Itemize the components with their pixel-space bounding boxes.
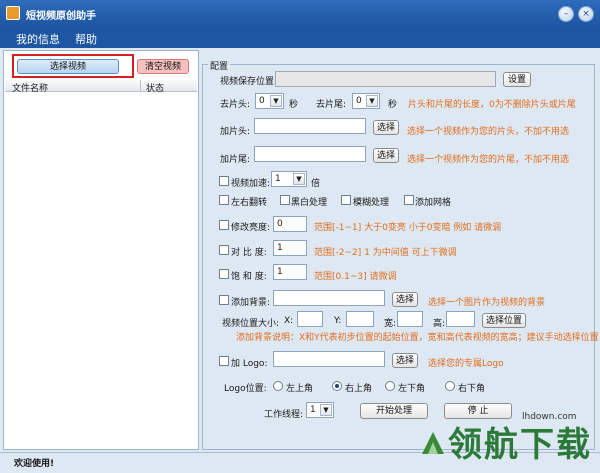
- watermark-url: lhdown.com: [522, 412, 577, 422]
- brightness-checkbox[interactable]: [219, 220, 229, 230]
- add-tail-hint: 选择一个视频作为您的片尾，不加不用选: [407, 155, 570, 165]
- saturation-hint: 范围[0.1~3] 请微调: [314, 272, 397, 282]
- logo-pos-top-right-label: 右上角: [345, 384, 373, 394]
- cut-tail-unit: 秒: [388, 100, 398, 110]
- save-path-input[interactable]: [275, 71, 496, 87]
- chevron-down-icon: ▼: [293, 173, 305, 185]
- logo-pos-bottom-left-radio[interactable]: [385, 381, 395, 391]
- threads-label: 工作线程:: [264, 410, 304, 420]
- add-tail-select-button[interactable]: 选择: [373, 148, 399, 163]
- add-head-hint: 选择一个视频作为您的片头，不加不用选: [407, 127, 570, 137]
- speed-checkbox[interactable]: [219, 176, 229, 186]
- saturation-input[interactable]: 1: [273, 264, 307, 280]
- grid-label: 添加网格: [415, 198, 452, 208]
- background-hint: 选择一个图片作为视频的背景: [428, 298, 546, 308]
- cut-hint: 片头和片尾的长度，0为不删除片头或片尾: [408, 100, 576, 110]
- logo-checkbox[interactable]: [219, 356, 229, 366]
- logo-select-button[interactable]: 选择: [392, 353, 418, 368]
- add-tail-label: 加片尾:: [220, 155, 251, 165]
- logo-pos-bottom-right-radio[interactable]: [445, 381, 455, 391]
- threads-select[interactable]: 1 ▼: [306, 402, 334, 418]
- minimize-button[interactable]: –: [558, 6, 574, 22]
- contrast-checkbox[interactable]: [219, 245, 229, 255]
- file-list[interactable]: [5, 93, 197, 448]
- cut-tail-select[interactable]: 0 ▼: [352, 93, 380, 109]
- chevron-down-icon: ▼: [320, 404, 332, 416]
- flip-checkbox[interactable]: [219, 195, 229, 205]
- config-title: 配置: [208, 59, 231, 72]
- settings-button[interactable]: 设置: [503, 72, 531, 87]
- cut-tail-label: 去片尾:: [316, 100, 347, 110]
- save-path-label: 视频保存位置:: [220, 77, 278, 87]
- watermark-text: 领航下载: [448, 425, 592, 465]
- background-label: 添加背景:: [231, 298, 271, 308]
- background-note: 添加背景说明：X和Y代表初步位置的起始位置，宽和高代表视频的宽高；建议手动选择位…: [236, 333, 599, 343]
- contrast-input[interactable]: 1: [273, 240, 307, 256]
- grid-checkbox[interactable]: [404, 195, 414, 205]
- window-title: 短视频原创助手: [26, 11, 96, 22]
- logo-position-label: Logo位置:: [224, 384, 267, 394]
- chevron-down-icon: ▼: [270, 95, 282, 107]
- background-checkbox[interactable]: [219, 295, 229, 305]
- column-divider: [140, 80, 141, 92]
- speed-label: 视频加速:: [231, 179, 271, 189]
- clear-video-button[interactable]: 清空视频: [137, 59, 189, 74]
- watermark-logo-icon: [422, 432, 444, 454]
- background-select-button[interactable]: 选择: [392, 292, 418, 307]
- width-input[interactable]: [397, 311, 423, 327]
- menu-my-info[interactable]: 我的信息: [16, 31, 60, 47]
- add-head-input[interactable]: [254, 118, 366, 134]
- app-icon: [6, 6, 20, 20]
- bw-label: 黑白处理: [291, 198, 328, 208]
- bw-checkbox[interactable]: [280, 195, 290, 205]
- contrast-hint: 范围[-2~2] 1 为中间值 可上下微调: [314, 248, 457, 258]
- add-head-label: 加片头:: [220, 127, 251, 137]
- height-label: 高:: [433, 319, 446, 329]
- y-input[interactable]: [346, 311, 374, 327]
- logo-pos-bottom-right-label: 右下角: [458, 384, 486, 394]
- status-text: 欢迎使用!: [14, 459, 55, 469]
- blur-checkbox[interactable]: [341, 195, 351, 205]
- width-label: 宽:: [384, 319, 397, 329]
- speed-unit: 倍: [311, 179, 321, 189]
- background-input[interactable]: [273, 290, 385, 306]
- add-head-select-button[interactable]: 选择: [373, 120, 399, 135]
- add-tail-input[interactable]: [254, 146, 366, 162]
- position-size-label: 视频位置大小:: [222, 319, 280, 329]
- logo-input[interactable]: [273, 351, 385, 367]
- logo-pos-bottom-left-label: 左下角: [398, 384, 426, 394]
- cut-head-label: 去片头:: [220, 100, 251, 110]
- logo-pos-top-left-label: 左上角: [286, 384, 314, 394]
- cut-head-unit: 秒: [289, 100, 299, 110]
- select-video-button[interactable]: 选择视频: [17, 59, 119, 74]
- contrast-label: 对 比 度:: [231, 248, 267, 258]
- flip-label: 左右翻转: [231, 198, 268, 208]
- select-position-button[interactable]: 选择位置: [482, 313, 526, 328]
- close-button[interactable]: ×: [578, 6, 594, 22]
- logo-pos-top-left-radio[interactable]: [273, 381, 283, 391]
- logo-pos-top-right-radio[interactable]: [332, 381, 342, 391]
- chevron-down-icon: ▼: [366, 95, 378, 107]
- watermark: lhdown.com 领航下载: [418, 412, 596, 470]
- blur-label: 模糊处理: [353, 198, 390, 208]
- saturation-label: 饱 和 度:: [231, 272, 267, 282]
- height-input[interactable]: [446, 311, 475, 327]
- y-label: Y:: [334, 316, 342, 326]
- x-label: X:: [284, 316, 294, 326]
- brightness-input[interactable]: 0: [273, 216, 307, 232]
- brightness-hint: 范围[-1~1] 大于0变亮 小于0变暗 例如 请微调: [314, 223, 502, 233]
- logo-hint: 选择您的专属Logo: [428, 359, 504, 369]
- logo-label: 加 Logo:: [231, 359, 268, 369]
- x-input[interactable]: [297, 311, 323, 327]
- brightness-label: 修改亮度:: [231, 223, 271, 233]
- menu-help[interactable]: 帮助: [75, 31, 97, 47]
- saturation-checkbox[interactable]: [219, 269, 229, 279]
- speed-select[interactable]: 1 ▼: [271, 171, 307, 187]
- cut-head-select[interactable]: 0 ▼: [255, 93, 284, 109]
